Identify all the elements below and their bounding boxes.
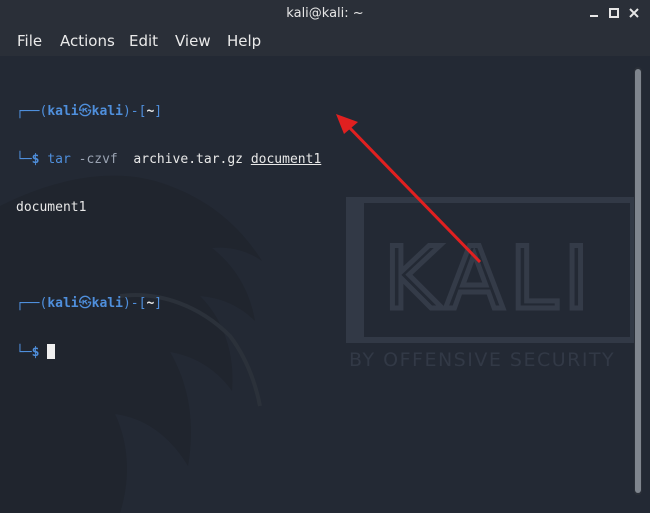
output-line: document1 xyxy=(16,200,87,215)
prompt-user: kali xyxy=(47,296,79,311)
maximize-icon[interactable] xyxy=(606,5,622,21)
command-archive: archive.tar.gz xyxy=(133,152,243,167)
prompt-line-2: ┌──(kali㉿kali)-[~] xyxy=(16,296,321,312)
text-cursor xyxy=(47,344,56,359)
prompt-host: kali xyxy=(91,296,123,311)
command-name: tar xyxy=(47,152,71,167)
prompt-corner: └─ xyxy=(16,345,32,360)
menu-bar: File Actions Edit View Help xyxy=(0,28,650,56)
title-bar[interactable]: kali@kali: ~ xyxy=(0,0,650,28)
close-icon[interactable] xyxy=(626,5,642,21)
prompt-open: ┌──( xyxy=(16,296,48,311)
prompt-line-1: ┌──(kali㉿kali)-[~] xyxy=(16,104,321,120)
brand-text: KALI xyxy=(384,229,595,329)
terminal-area[interactable]: KALI BY OFFENSIVE SECURITY ┌──(kali㉿kali… xyxy=(0,56,650,513)
at-icon: ㉿ xyxy=(78,104,92,119)
prompt-close: ] xyxy=(154,296,163,311)
prompt-dollar: $ xyxy=(31,152,40,167)
prompt-open: ┌──( xyxy=(16,104,48,119)
terminal-window: kali@kali: ~ File Actions Edit View Help… xyxy=(0,0,650,513)
prompt-mid: )-[ xyxy=(122,104,147,119)
menu-file[interactable]: File xyxy=(17,32,42,50)
menu-edit[interactable]: Edit xyxy=(129,32,158,50)
scrollbar[interactable] xyxy=(634,67,642,495)
command-flags: -czvf xyxy=(78,152,118,167)
prompt-user: kali xyxy=(47,104,79,119)
prompt-corner: └─ xyxy=(16,152,32,167)
scrollbar-thumb[interactable] xyxy=(635,69,641,493)
minimize-icon[interactable] xyxy=(586,5,602,21)
terminal-output: ┌──(kali㉿kali)-[~] └─$ tar -czvf archive… xyxy=(16,72,321,392)
prompt-host: kali xyxy=(91,104,123,119)
prompt-mid: )-[ xyxy=(122,296,147,311)
window-title: kali@kali: ~ xyxy=(286,6,364,21)
tagline-text: BY OFFENSIVE SECURITY xyxy=(349,349,615,371)
menu-help[interactable]: Help xyxy=(227,32,261,50)
prompt-close: ] xyxy=(154,104,163,119)
command-line: └─$ tar -czvf archive.tar.gz document1 xyxy=(16,152,321,168)
prompt-dollar: $ xyxy=(31,345,40,360)
command-file: document1 xyxy=(250,152,322,167)
menu-actions[interactable]: Actions xyxy=(60,32,115,50)
at-icon: ㉿ xyxy=(78,296,92,311)
menu-view[interactable]: View xyxy=(175,32,211,50)
input-line[interactable]: └─$ xyxy=(16,344,321,360)
